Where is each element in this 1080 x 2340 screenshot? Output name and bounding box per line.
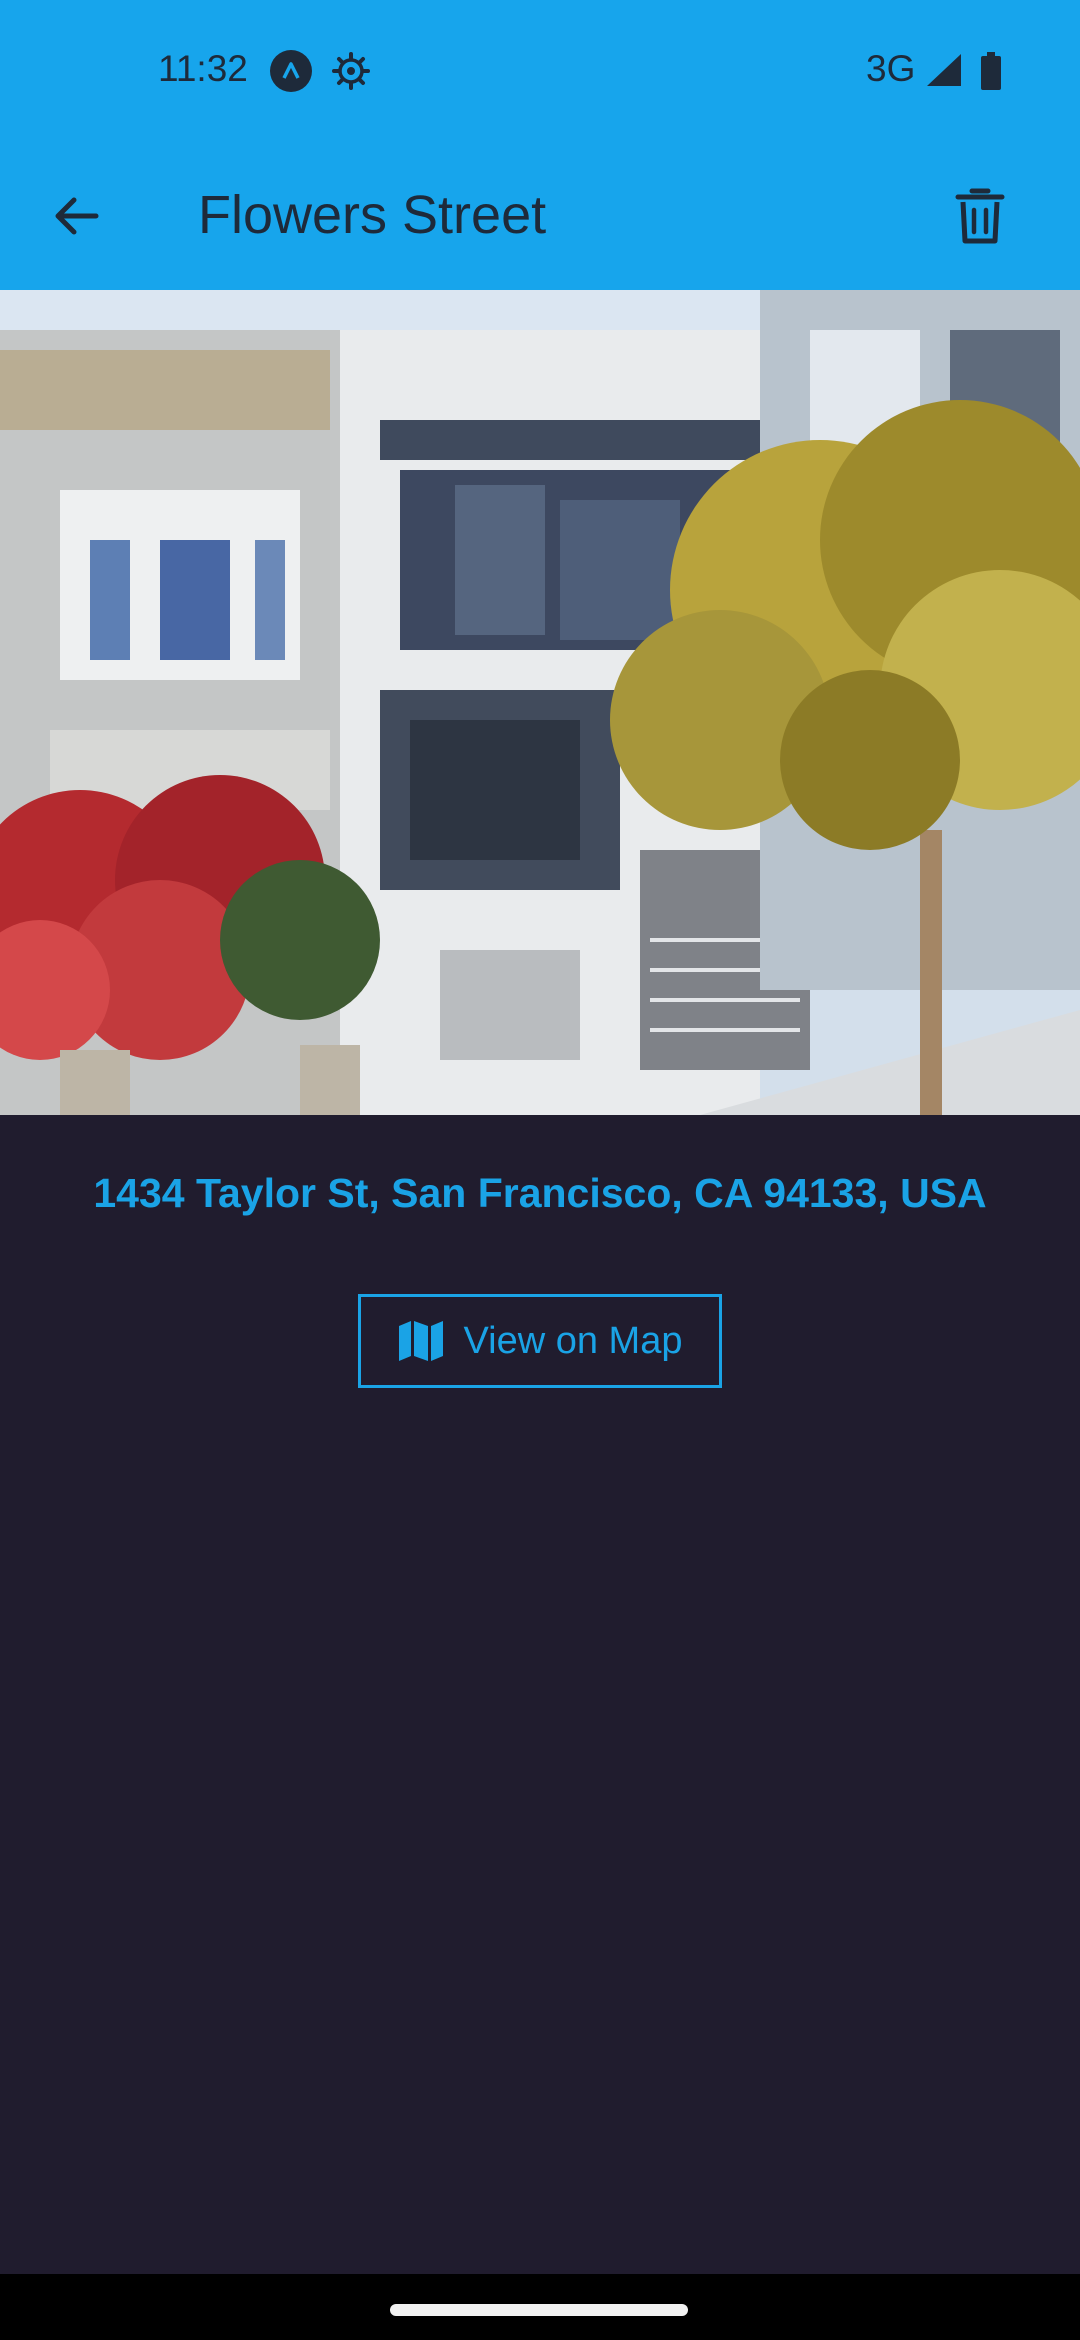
cell-signal-icon bbox=[925, 52, 963, 88]
view-on-map-button[interactable]: View on Map bbox=[358, 1294, 722, 1388]
place-address: 1434 Taylor St, San Francisco, CA 94133,… bbox=[93, 1170, 987, 1216]
delete-button[interactable] bbox=[940, 176, 1020, 256]
place-photo bbox=[0, 290, 1080, 1115]
back-button[interactable] bbox=[36, 176, 116, 256]
view-on-map-label: View on Map bbox=[463, 1319, 683, 1362]
place-detail-screen: 11:32 3G Flowers Street 1434 Taylor St, … bbox=[0, 0, 1080, 2340]
trash-icon bbox=[955, 188, 1005, 244]
page-title: Flowers Street bbox=[198, 185, 547, 245]
battery-icon bbox=[980, 52, 1002, 90]
home-indicator[interactable] bbox=[390, 2304, 688, 2316]
app-bar: Flowers Street bbox=[0, 142, 1080, 290]
system-navigation-bar bbox=[0, 2274, 1080, 2340]
gear-icon bbox=[330, 50, 372, 92]
arrow-left-icon bbox=[55, 197, 99, 235]
status-bar: 11:32 3G bbox=[0, 0, 1080, 142]
status-time: 11:32 bbox=[158, 48, 248, 89]
app-notification-icon bbox=[270, 50, 312, 92]
map-icon bbox=[398, 1321, 443, 1361]
network-type: 3G bbox=[866, 48, 916, 89]
